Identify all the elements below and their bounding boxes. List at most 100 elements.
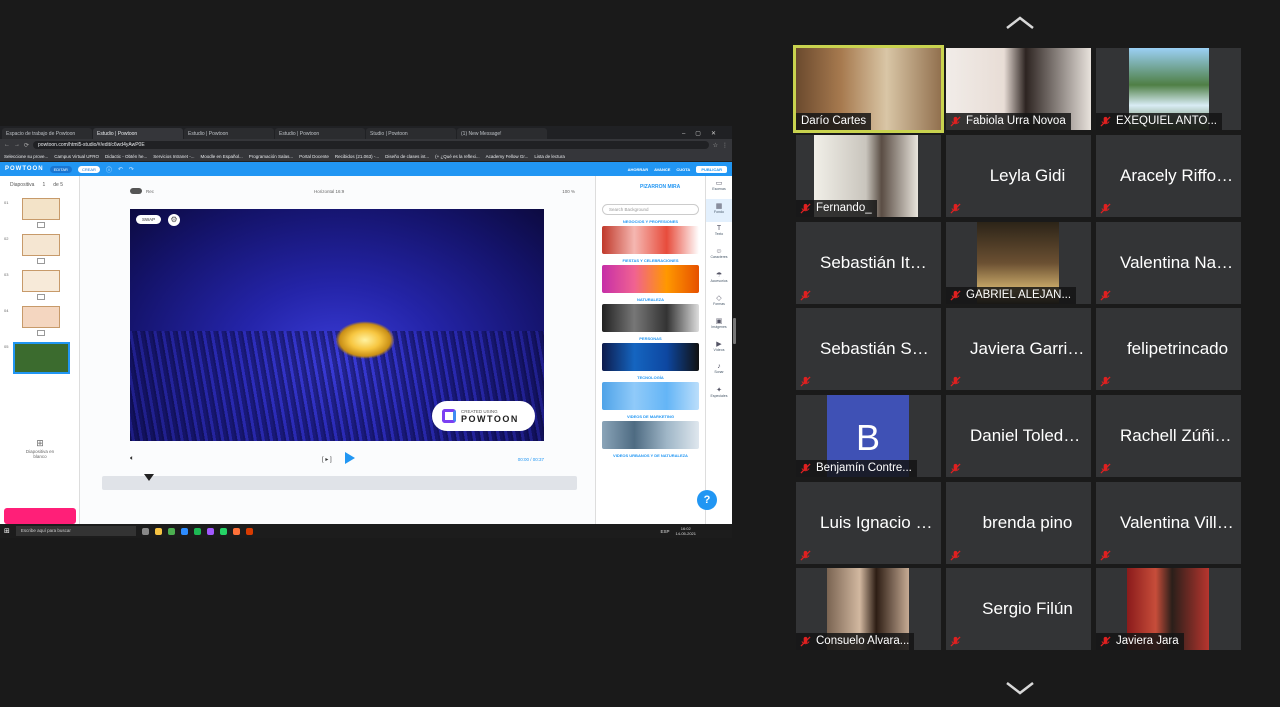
- category-title[interactable]: PERSONAS: [596, 336, 705, 341]
- rail-imágenes[interactable]: ▣ Imágenes: [706, 314, 732, 337]
- participant-tile[interactable]: GABRIEL ALEJAN...: [946, 222, 1091, 304]
- browser-tab[interactable]: Estudio | Powtoon: [275, 128, 365, 139]
- teams-icon[interactable]: [206, 527, 214, 535]
- bookmark-link[interactable]: Seleccione su prove...: [4, 154, 48, 159]
- page-up-chevron-icon[interactable]: [1004, 15, 1036, 31]
- browser-tab[interactable]: (1) New Message!: [457, 128, 547, 139]
- category-title[interactable]: VIDEOS DE MARKETING: [596, 414, 705, 419]
- browser-tab[interactable]: Estudio | Powtoon: [93, 128, 183, 139]
- back-icon[interactable]: ←: [4, 142, 10, 148]
- add-blank-slide[interactable]: ⊞ Diapositiva en blanco: [22, 438, 58, 459]
- rail-vídeos[interactable]: ▶ Vídeos: [706, 337, 732, 360]
- participant-tile[interactable]: B Benjamín Contre...: [796, 395, 941, 477]
- spotify-icon[interactable]: [193, 527, 201, 535]
- upgrade-button[interactable]: [4, 508, 76, 524]
- participant-tile[interactable]: Daniel Toledo...: [946, 395, 1091, 477]
- participant-tile[interactable]: Darío Cartes: [793, 45, 944, 133]
- bookmark-link[interactable]: Diseño de clases int...: [385, 154, 429, 159]
- redo-icon[interactable]: ↷: [129, 166, 134, 173]
- participant-tile[interactable]: felipetrincado: [1096, 308, 1241, 390]
- powtoon-logo[interactable]: POWTOON: [5, 166, 44, 172]
- edit-toggle[interactable]: EDITAR: [49, 165, 72, 173]
- participant-tile[interactable]: Javiera Jara: [1096, 568, 1241, 650]
- create-toggle[interactable]: CREAR: [77, 165, 100, 173]
- playhead-marker[interactable]: [144, 474, 154, 481]
- slide-thumbnail[interactable]: [22, 270, 60, 292]
- bookmark-link[interactable]: Servicios Intranet -...: [153, 154, 194, 159]
- category-title[interactable]: FIESTAS Y CELEBRACIONES: [596, 258, 705, 263]
- participant-tile[interactable]: Luis Ignacio Z...: [796, 482, 941, 564]
- window-controls[interactable]: –▢✕: [676, 130, 732, 139]
- menu-icon[interactable]: ⋮: [722, 142, 728, 149]
- category-thumbnail[interactable]: [602, 421, 699, 449]
- rail-accesorios[interactable]: ☂ Accesorios: [706, 268, 732, 291]
- chrome-icon[interactable]: [167, 527, 175, 535]
- timeline-track[interactable]: [102, 474, 577, 490]
- rail-escenas[interactable]: ▭ Escenas: [706, 176, 732, 199]
- participant-tile[interactable]: Sebastián Iturr...: [796, 222, 941, 304]
- browser-tab[interactable]: Estudio | Powtoon: [184, 128, 274, 139]
- reload-icon[interactable]: ⟳: [24, 142, 29, 149]
- participant-tile[interactable]: Javiera Garrido: [946, 308, 1091, 390]
- taskbar-search-input[interactable]: Escribe aquí para buscar: [15, 526, 136, 536]
- file-explorer-icon[interactable]: [154, 527, 162, 535]
- participant-tile[interactable]: Valentina Ville...: [1096, 482, 1241, 564]
- background-search-input[interactable]: Search Background: [602, 204, 699, 215]
- slide-thumbnail-row[interactable]: 03: [0, 266, 79, 302]
- preview-link[interactable]: AVANCE: [654, 167, 670, 172]
- slide-thumbnail-row[interactable]: 02: [0, 230, 79, 266]
- bookmark-link[interactable]: Programación Salas...: [249, 154, 293, 159]
- save-link[interactable]: AHORRAR: [628, 167, 648, 172]
- slide-transition-icon[interactable]: [37, 330, 45, 336]
- gear-icon[interactable]: ⚙: [168, 214, 180, 226]
- slide-transition-icon[interactable]: [37, 222, 45, 228]
- participant-tile[interactable]: Valentina Nan...: [1096, 222, 1241, 304]
- slide-thumbnail-row[interactable]: 04: [0, 302, 79, 338]
- slide-thumbnail[interactable]: [22, 198, 60, 220]
- undo-icon[interactable]: ↶: [118, 166, 123, 173]
- participant-tile[interactable]: Fabiola Urra Novoa: [946, 48, 1091, 130]
- participant-tile[interactable]: Sebastián Sep...: [796, 308, 941, 390]
- task-view-icon[interactable]: [141, 527, 149, 535]
- slide-thumbnail[interactable]: [13, 342, 70, 374]
- format-selector[interactable]: Horizontal 16:9: [314, 189, 344, 194]
- bookmark-link[interactable]: (+ ¿Qué es la reflexi...: [435, 154, 479, 159]
- slide-thumbnail[interactable]: [22, 234, 60, 256]
- slide-canvas[interactable]: SWAP ⚙ CREATED USING POWTOON: [130, 209, 544, 441]
- category-thumbnail[interactable]: [602, 226, 699, 254]
- category-title[interactable]: NATURALEZA: [596, 297, 705, 302]
- language-indicator[interactable]: ESP: [661, 529, 670, 534]
- play-mode[interactable]: [ ▸ ]: [322, 456, 332, 463]
- rail-caracteres[interactable]: ☺ Caracteres: [706, 245, 732, 268]
- category-thumbnail[interactable]: [602, 343, 699, 371]
- swap-button[interactable]: SWAP: [136, 215, 162, 224]
- zoom-app-icon[interactable]: [180, 527, 188, 535]
- bookmark-link[interactable]: Portal Docente: [299, 154, 329, 159]
- category-thumbnail[interactable]: [602, 304, 699, 332]
- slide-thumbnail-row[interactable]: 01: [0, 194, 79, 230]
- star-icon[interactable]: ☆: [713, 142, 718, 149]
- help-circle-icon[interactable]: ⓘ: [106, 165, 112, 174]
- participant-tile[interactable]: Leyla Gidi: [946, 135, 1091, 217]
- bookmark-link[interactable]: Moodle en Español...: [201, 154, 243, 159]
- participant-tile[interactable]: Consuelo Alvara...: [796, 568, 941, 650]
- slide-thumbnail[interactable]: [22, 306, 60, 328]
- forward-icon[interactable]: →: [14, 142, 20, 148]
- taskbar-clock[interactable]: 16:02 14-05-2021: [676, 526, 732, 536]
- whatsapp-icon[interactable]: [219, 527, 227, 535]
- category-thumbnail[interactable]: [602, 382, 699, 410]
- publish-button[interactable]: PUBLICAR: [696, 165, 727, 173]
- participant-tile[interactable]: EXEQUIEL ANTO...: [1096, 48, 1241, 130]
- participant-tile[interactable]: Sergio Filún: [946, 568, 1091, 650]
- zoom-level[interactable]: 100 %: [562, 189, 575, 194]
- browser-tab[interactable]: Espacio de trabajo de Powtoon: [2, 128, 92, 139]
- firefox-icon[interactable]: [232, 527, 240, 535]
- category-title[interactable]: VIDEOS URBANOS Y DE NATURALEZA: [596, 453, 705, 458]
- slide-transition-icon[interactable]: [37, 258, 45, 264]
- participant-tile[interactable]: Aracely Riffo V...: [1096, 135, 1241, 217]
- category-title[interactable]: TECNOLOGÍA: [596, 375, 705, 380]
- rail-sonar[interactable]: ♪ Sonar: [706, 360, 732, 383]
- play-icon[interactable]: [345, 452, 355, 464]
- share-link[interactable]: CUOTA: [676, 167, 690, 172]
- url-input[interactable]: powtoon.com/html5-studio/#/edit/c6wd4yAw…: [33, 141, 709, 149]
